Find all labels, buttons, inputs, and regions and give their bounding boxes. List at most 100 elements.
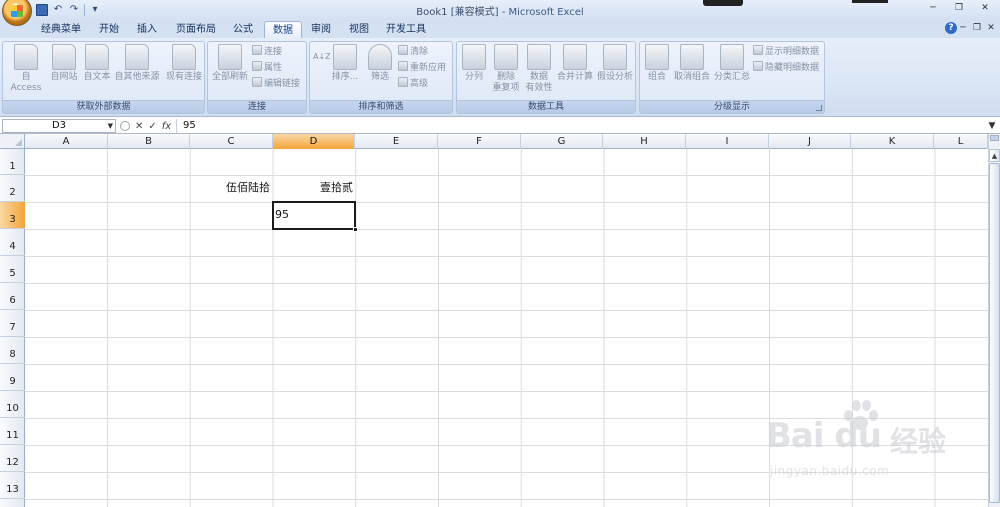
from-other-sources-button[interactable]: 自其他来源 bbox=[113, 44, 161, 83]
tab-developer[interactable]: 开发工具 bbox=[380, 21, 432, 38]
minimize-icon[interactable]: ─ bbox=[920, 1, 946, 16]
tab-review[interactable]: 审阅 bbox=[304, 21, 338, 38]
formula-input[interactable]: 95 bbox=[176, 119, 986, 133]
column-header-l[interactable]: L bbox=[934, 134, 988, 149]
hide-detail-label: 隐藏明细数据 bbox=[765, 63, 820, 73]
subtotal-button[interactable]: 分类汇总 bbox=[713, 44, 751, 83]
connections-button[interactable]: 连接 bbox=[252, 45, 282, 59]
scroll-thumb[interactable] bbox=[989, 163, 1000, 503]
advanced-filter-button[interactable]: 高级 bbox=[398, 77, 428, 91]
group-outline: 组合 取消组合 分类汇总 显示明细数据 隐藏明细数据 分级显示 bbox=[639, 41, 825, 114]
reapply-button[interactable]: 重新应用 bbox=[398, 61, 446, 75]
row-header-9[interactable]: 9 bbox=[0, 364, 25, 391]
column-header-h[interactable]: H bbox=[603, 134, 686, 149]
from-access-button[interactable]: 自 Access bbox=[5, 44, 47, 94]
row-header-8[interactable]: 8 bbox=[0, 337, 25, 364]
row-header-4[interactable]: 4 bbox=[0, 229, 25, 256]
consolidate-label: 合并计算 bbox=[556, 72, 593, 82]
tab-classic-menu[interactable]: 经典菜单 bbox=[32, 21, 90, 38]
restore-icon[interactable]: ❐ bbox=[946, 1, 972, 16]
clear-button[interactable]: 清除 bbox=[398, 45, 428, 59]
split-box[interactable] bbox=[990, 135, 999, 141]
row-header-10[interactable]: 10 bbox=[0, 391, 25, 418]
text-to-columns-button[interactable]: 分列 bbox=[459, 44, 489, 83]
active-cell-d3[interactable]: 95 bbox=[272, 201, 358, 232]
data-validation-label: 数据 有效性 bbox=[525, 72, 553, 93]
wb-minimize-icon[interactable]: ─ bbox=[956, 21, 970, 35]
column-header-d[interactable]: D bbox=[273, 134, 355, 149]
tab-view[interactable]: 视图 bbox=[342, 21, 376, 38]
select-all-corner[interactable] bbox=[0, 134, 25, 149]
advanced-filter-icon bbox=[398, 77, 408, 87]
cancel-entry-icon[interactable]: ✕ bbox=[135, 120, 143, 133]
edit-links-label: 编辑链接 bbox=[264, 79, 301, 89]
remove-duplicates-label: 删除 重复项 bbox=[492, 72, 520, 93]
row-header-12[interactable]: 12 bbox=[0, 445, 25, 472]
scroll-up-icon[interactable]: ▲ bbox=[989, 149, 1000, 162]
row-header-3[interactable]: 3 bbox=[0, 202, 25, 229]
filter-funnel-icon bbox=[368, 44, 392, 70]
tab-data[interactable]: 数据 bbox=[264, 21, 302, 38]
from-text-button[interactable]: 自文本 bbox=[81, 44, 113, 83]
column-header-b[interactable]: B bbox=[108, 134, 190, 149]
sort-az-icon: A↓Z bbox=[313, 52, 331, 61]
refresh-all-button[interactable]: 全部刷新 bbox=[210, 44, 250, 83]
column-header-i[interactable]: I bbox=[686, 134, 769, 149]
tab-home[interactable]: 开始 bbox=[92, 21, 126, 38]
column-header-g[interactable]: G bbox=[521, 134, 603, 149]
row-header-13[interactable]: 13 bbox=[0, 472, 25, 499]
wb-close-icon[interactable]: ✕ bbox=[984, 21, 998, 35]
name-box[interactable]: D3 ▼ bbox=[2, 119, 116, 133]
ungroup-button[interactable]: 取消组合 bbox=[672, 44, 712, 83]
sort-az-button[interactable]: A↓Z bbox=[313, 50, 331, 63]
app-name: Microsoft Excel bbox=[508, 7, 584, 18]
close-icon[interactable]: ✕ bbox=[972, 1, 998, 16]
existing-connections-button[interactable]: 现有连接 bbox=[164, 44, 204, 83]
edit-links-icon bbox=[252, 77, 262, 87]
remove-duplicates-button[interactable]: 删除 重复项 bbox=[490, 44, 522, 94]
insert-function-icon[interactable]: fx bbox=[162, 120, 171, 133]
row-header-5[interactable]: 5 bbox=[0, 256, 25, 283]
row-header-2[interactable]: 2 bbox=[0, 175, 25, 202]
cell-grid[interactable]: 伍佰陆拾 壹拾贰 95 bbox=[25, 149, 988, 507]
vertical-scrollbar[interactable]: ▲ bbox=[988, 134, 1000, 507]
column-header-f[interactable]: F bbox=[438, 134, 521, 149]
from-web-button[interactable]: 自网站 bbox=[48, 44, 80, 83]
cell-d2[interactable]: 壹拾贰 bbox=[320, 181, 353, 195]
show-detail-button[interactable]: 显示明细数据 bbox=[753, 45, 819, 59]
group-button[interactable]: 组合 bbox=[642, 44, 672, 83]
sort-icon bbox=[333, 44, 357, 70]
ungroup-label: 取消组合 bbox=[673, 72, 710, 82]
tab-insert[interactable]: 插入 bbox=[130, 21, 164, 38]
title-separator: - bbox=[498, 7, 509, 18]
column-header-e[interactable]: E bbox=[355, 134, 438, 149]
wb-restore-icon[interactable]: ❐ bbox=[970, 21, 984, 35]
column-header-j[interactable]: J bbox=[769, 134, 851, 149]
formula-options-icon[interactable] bbox=[120, 121, 130, 131]
row-header-1[interactable]: 1 bbox=[0, 149, 25, 175]
row-header-11[interactable]: 11 bbox=[0, 418, 25, 445]
tab-formulas[interactable]: 公式 bbox=[226, 21, 260, 38]
hide-detail-button[interactable]: 隐藏明细数据 bbox=[753, 61, 819, 75]
window-title: Book1 [兼容模式] - Microsoft Excel bbox=[0, 3, 1000, 18]
edit-links-button[interactable]: 编辑链接 bbox=[252, 77, 300, 91]
column-header-c[interactable]: C bbox=[190, 134, 273, 149]
fill-handle[interactable] bbox=[353, 227, 358, 232]
column-header-a[interactable]: A bbox=[25, 134, 108, 149]
consolidate-button[interactable]: 合并计算 bbox=[556, 44, 594, 83]
filter-button[interactable]: 筛选 bbox=[365, 44, 395, 83]
cell-c2[interactable]: 伍佰陆拾 bbox=[226, 181, 270, 195]
sort-button[interactable]: 排序... bbox=[330, 44, 360, 83]
row-header-6[interactable]: 6 bbox=[0, 283, 25, 310]
what-if-analysis-button[interactable]: 假设分析 bbox=[595, 44, 635, 83]
data-validation-button[interactable]: 数据 有效性 bbox=[523, 44, 555, 94]
from-web-label: 自网站 bbox=[50, 72, 78, 82]
enter-entry-icon[interactable]: ✓ bbox=[148, 120, 156, 133]
expand-formula-bar-icon[interactable]: ▼ bbox=[986, 119, 998, 133]
row-header-7[interactable]: 7 bbox=[0, 310, 25, 337]
properties-button[interactable]: 属性 bbox=[252, 61, 282, 75]
column-header-k[interactable]: K bbox=[851, 134, 934, 149]
tab-page-layout[interactable]: 页面布局 bbox=[170, 21, 222, 38]
outline-dialog-launcher-icon[interactable] bbox=[816, 105, 822, 111]
name-box-dropdown-icon[interactable]: ▼ bbox=[108, 120, 113, 132]
